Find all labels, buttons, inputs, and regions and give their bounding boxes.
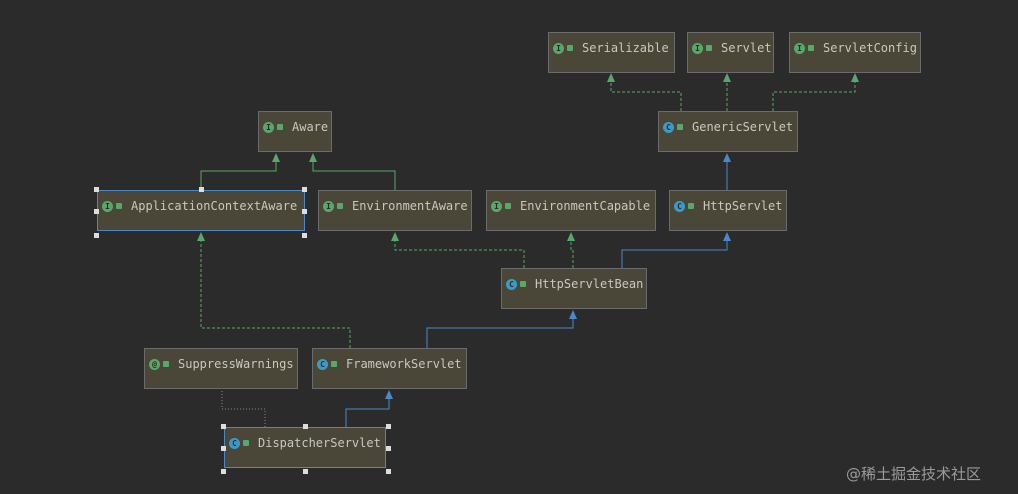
selection-handle[interactable]	[386, 446, 391, 451]
edge-frameworkservlet-appctxaware	[200, 234, 351, 348]
arrowhead	[197, 232, 205, 241]
selection-handle[interactable]	[302, 233, 307, 238]
node-label: DispatcherServlet	[258, 436, 381, 450]
arrowhead	[272, 153, 280, 162]
selection-handle[interactable]	[94, 187, 99, 192]
node-label: FrameworkServlet	[346, 357, 462, 371]
interface-icon: I	[553, 42, 564, 54]
abstract-class-icon: C	[506, 278, 517, 290]
node-label: Aware	[292, 120, 329, 134]
node-dispatcherservlet[interactable]: C DispatcherServlet	[224, 427, 386, 468]
node-label: EnvironmentCapable	[520, 199, 651, 213]
selection-handle[interactable]	[221, 446, 226, 451]
interface-icon: I	[323, 200, 334, 212]
node-servletconfig[interactable]: I ServletConfig	[789, 32, 921, 73]
selection-handle[interactable]	[386, 424, 391, 429]
node-label: HttpServletBean	[535, 277, 644, 291]
edge-genericservlet-servletconfig	[772, 75, 856, 111]
selection-handle[interactable]	[94, 209, 99, 214]
public-icon	[505, 203, 511, 209]
node-label: EnvironmentAware	[352, 199, 468, 213]
selection-handle[interactable]	[302, 187, 307, 192]
arrowhead	[723, 73, 731, 82]
node-frameworkservlet[interactable]: C FrameworkServlet	[312, 348, 467, 389]
node-label: Serializable	[582, 41, 669, 55]
selection-handle[interactable]	[386, 469, 391, 474]
node-label: HttpServlet	[703, 199, 783, 213]
node-servlet[interactable]: I Servlet	[687, 32, 774, 73]
edge-dispatcherservlet-frameworkservlet	[345, 392, 390, 427]
public-icon	[337, 203, 343, 209]
node-suppresswarnings[interactable]: @ SuppressWarnings	[144, 348, 298, 389]
public-icon	[688, 203, 694, 209]
class-icon: C	[229, 437, 240, 449]
public-icon	[706, 45, 712, 51]
arrowhead	[723, 153, 731, 162]
selection-handle[interactable]	[302, 209, 307, 214]
node-label: GenericServlet	[692, 120, 794, 134]
node-aware[interactable]: I Aware	[258, 111, 332, 152]
public-icon	[677, 124, 683, 130]
node-httpservlet[interactable]: C HttpServlet	[669, 190, 787, 231]
annotation-icon: @	[149, 358, 160, 370]
edge-httpservletbean-httpservlet	[621, 234, 728, 268]
node-applicationcontextaware[interactable]: I ApplicationContextAware	[97, 190, 305, 231]
abstract-class-icon: C	[674, 200, 685, 212]
interface-icon: I	[102, 200, 113, 212]
interface-icon: I	[692, 42, 703, 54]
node-httpservletbean[interactable]: C HttpServletBean	[501, 268, 647, 309]
public-icon	[520, 281, 526, 287]
node-label: ApplicationContextAware	[131, 199, 298, 213]
node-label: ServletConfig	[823, 41, 917, 55]
node-environmentaware[interactable]: I EnvironmentAware	[318, 190, 472, 231]
interface-icon: I	[491, 200, 502, 212]
arrowhead	[385, 390, 393, 399]
arrowhead	[851, 73, 859, 82]
arrowhead	[391, 232, 399, 241]
node-environmentcapable[interactable]: I EnvironmentCapable	[486, 190, 656, 231]
public-icon	[808, 45, 814, 51]
node-serializable[interactable]: I Serializable	[548, 32, 675, 73]
selection-handle[interactable]	[221, 469, 226, 474]
watermark: @稀土掘金技术社区	[846, 465, 982, 483]
public-icon	[277, 124, 283, 130]
selection-handle[interactable]	[303, 469, 308, 474]
arrowhead	[569, 310, 577, 319]
selection-handle[interactable]	[221, 424, 226, 429]
edge-genericservlet-serializable	[610, 75, 682, 111]
selection-handle[interactable]	[199, 187, 204, 192]
node-label: Servlet	[721, 41, 772, 55]
public-icon	[163, 361, 169, 367]
selection-handle[interactable]	[94, 233, 99, 238]
edge-appctxaware-aware	[200, 155, 277, 190]
arrowhead	[723, 232, 731, 241]
arrowhead	[567, 232, 575, 241]
edge-httpservletbean-envaware	[394, 234, 525, 268]
arrowhead	[309, 153, 317, 162]
selection-handle[interactable]	[303, 424, 308, 429]
interface-icon: I	[263, 121, 274, 133]
public-icon	[243, 440, 249, 446]
public-icon	[116, 203, 122, 209]
arrowhead	[607, 73, 615, 82]
abstract-class-icon: C	[663, 121, 674, 133]
edges	[197, 73, 859, 427]
edge-envaware-aware	[312, 155, 396, 190]
public-icon	[567, 45, 573, 51]
public-icon	[331, 361, 337, 367]
node-label: SuppressWarnings	[178, 357, 294, 371]
edge-dispatcherservlet-suppresswarnings	[221, 390, 266, 427]
node-genericservlet[interactable]: C GenericServlet	[658, 111, 798, 152]
edge-frameworkservlet-httpservletbean	[426, 312, 574, 348]
abstract-class-icon: C	[317, 358, 328, 370]
interface-icon: I	[794, 42, 805, 54]
